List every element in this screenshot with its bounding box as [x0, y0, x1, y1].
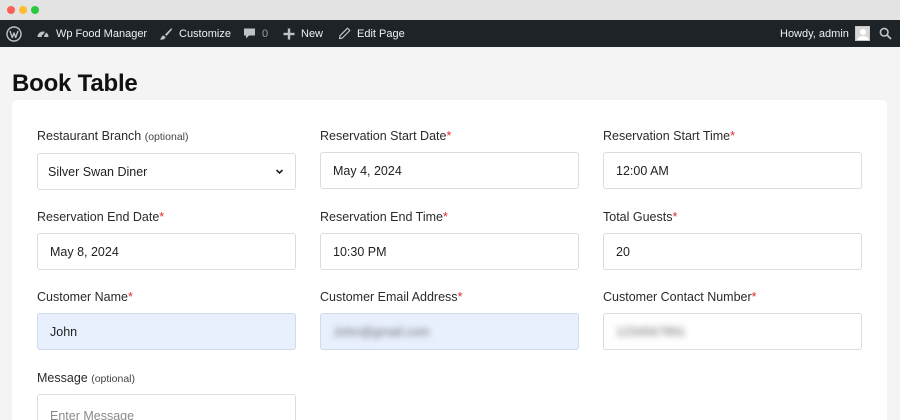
site-name-label: Wp Food Manager [56, 27, 148, 40]
my-account-menu[interactable]: Howdy, admin [780, 20, 870, 47]
customer-contact-number-value: 1234567891 [616, 324, 686, 339]
chevron-down-icon [275, 169, 284, 175]
reservation-end-time-input[interactable]: 10:30 PM [320, 233, 579, 270]
customize-link[interactable]: Customize [159, 20, 231, 47]
customer-name-input[interactable]: John [37, 313, 296, 350]
customer-email-value: John@gmail.com [333, 324, 430, 339]
reservation-end-time-value: 10:30 PM [333, 244, 387, 259]
wp-admin-bar: Wp Food Manager Customize 0 New Edit Pag… [0, 20, 900, 47]
reservation-end-date-label: Reservation End Date* [37, 210, 165, 224]
reservation-start-time-label: Reservation Start Time* [603, 129, 736, 143]
required-asterisk: * [672, 210, 678, 224]
required-asterisk: * [159, 210, 165, 224]
total-guests-label: Total Guests* [603, 210, 678, 224]
search-button[interactable] [879, 20, 892, 47]
required-asterisk: * [442, 210, 448, 224]
restaurant-branch-value: Silver Swan Diner [48, 164, 148, 179]
window-minimize-dot[interactable] [19, 6, 27, 14]
booking-form-card: Restaurant Branch (optional) Silver Swan… [12, 100, 887, 420]
pencil-icon [338, 27, 351, 40]
reservation-start-time-input[interactable]: 12:00 AM [603, 152, 862, 189]
message-placeholder: Enter Message [50, 409, 135, 420]
new-content-link[interactable]: New [283, 20, 323, 47]
reservation-end-date-input[interactable]: May 8, 2024 [37, 233, 296, 270]
required-asterisk: * [128, 290, 133, 304]
optional-tag: (optional) [91, 373, 135, 385]
reservation-start-time-value: 12:00 AM [616, 163, 669, 178]
plus-icon [283, 28, 295, 39]
wordpress-icon [6, 25, 22, 42]
new-label: New [301, 27, 324, 40]
customer-name-label: Customer Name* [37, 290, 133, 304]
total-guests-value: 20 [616, 244, 630, 259]
wordpress-logo-button[interactable] [6, 20, 22, 47]
page-title: Book Table [12, 70, 138, 97]
reservation-end-date-value: May 8, 2024 [50, 244, 119, 259]
user-avatar [854, 26, 870, 41]
required-asterisk: * [457, 290, 463, 304]
restaurant-branch-label: Restaurant Branch (optional) [37, 129, 189, 143]
restaurant-branch-select[interactable]: Silver Swan Diner [37, 153, 296, 190]
window-maximize-dot[interactable] [31, 6, 39, 14]
customer-email-input[interactable]: John@gmail.com [320, 313, 579, 350]
browser-chrome [0, 0, 900, 20]
optional-tag: (optional) [144, 131, 189, 143]
reservation-start-date-input[interactable]: May 4, 2024 [320, 152, 579, 189]
site-name-link[interactable]: Wp Food Manager [36, 20, 147, 47]
comment-bubble-icon [244, 28, 255, 39]
edit-page-link[interactable]: Edit Page [338, 20, 405, 47]
edit-page-label: Edit Page [357, 27, 405, 40]
customer-contact-number-label: Customer Contact Number* [603, 290, 757, 304]
reservation-start-date-label: Reservation Start Date* [320, 129, 452, 143]
total-guests-input[interactable]: 20 [603, 233, 862, 270]
customize-label: Customize [179, 27, 231, 40]
comments-link[interactable]: 0 [243, 20, 268, 47]
search-icon [879, 27, 892, 40]
window-close-dot[interactable] [7, 6, 15, 14]
required-asterisk: * [751, 290, 757, 304]
paintbrush-icon [160, 27, 172, 40]
required-asterisk: * [730, 129, 736, 143]
required-asterisk: * [446, 129, 452, 143]
customer-name-value: John [50, 324, 78, 339]
message-label: Message (optional) [37, 371, 135, 385]
comments-count: 0 [262, 27, 269, 40]
dashboard-gauge-icon [37, 30, 49, 37]
customer-contact-number-input[interactable]: 1234567891 [603, 313, 862, 350]
howdy-label: Howdy, admin [780, 27, 849, 40]
customer-email-label: Customer Email Address* [320, 290, 463, 304]
reservation-start-date-value: May 4, 2024 [333, 163, 402, 178]
reservation-end-time-label: Reservation End Time* [320, 210, 448, 224]
message-textarea[interactable]: Enter Message [37, 394, 296, 420]
